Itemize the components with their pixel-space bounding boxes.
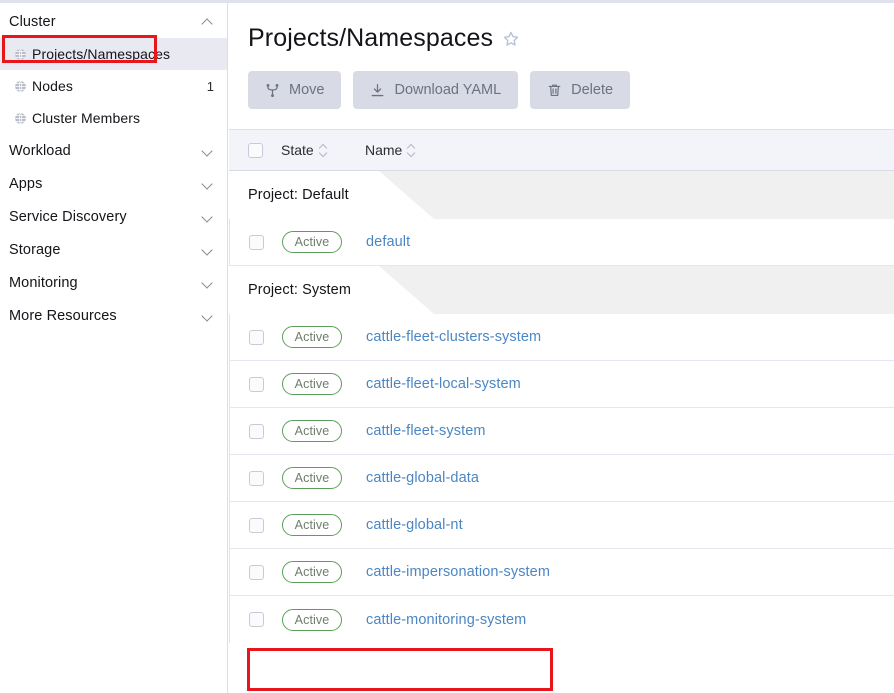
column-header-name[interactable]: Name — [365, 142, 416, 158]
sidebar-group-storage-label: Storage — [9, 242, 201, 258]
sidebar-group-service-discovery[interactable]: Service Discovery — [0, 200, 227, 233]
sidebar-group-storage[interactable]: Storage — [0, 233, 227, 266]
namespace-name-link[interactable]: cattle-fleet-local-system — [366, 376, 521, 392]
chevron-down-icon[interactable] — [201, 243, 214, 256]
column-header-state-label: State — [281, 142, 314, 158]
sidebar-group-apps[interactable]: Apps — [0, 167, 227, 200]
chevron-down-icon[interactable] — [201, 177, 214, 190]
table-row[interactable]: Active cattle-monitoring-system — [229, 596, 894, 643]
main-content: Projects/Namespaces — [229, 3, 894, 693]
action-toolbar: Move Download YAML — [229, 51, 894, 109]
table-row[interactable]: Active cattle-fleet-local-system — [229, 361, 894, 408]
status-badge: Active — [282, 373, 342, 395]
group-header-label: Project: System — [248, 282, 351, 298]
row-select-checkbox[interactable] — [249, 424, 264, 439]
move-button[interactable]: Move — [248, 71, 341, 109]
download-yaml-button[interactable]: Download YAML — [353, 71, 518, 109]
globe-icon — [14, 112, 27, 125]
chevron-up-icon[interactable] — [201, 15, 214, 28]
status-badge: Active — [282, 231, 342, 253]
sidebar-group-cluster-label: Cluster — [9, 14, 201, 30]
delete-button-label: Delete — [571, 82, 613, 98]
group-header-tab[interactable]: Project: System — [229, 266, 434, 314]
move-fork-icon — [265, 83, 280, 98]
star-outline-icon[interactable] — [502, 30, 520, 48]
row-select-checkbox[interactable] — [249, 235, 264, 250]
sidebar-item-projects-namespaces-label: Projects/Namespaces — [32, 46, 214, 62]
row-select-checkbox[interactable] — [249, 612, 264, 627]
rancher-cluster-explorer: Cluster Projects/Namespaces Nodes 1 — [0, 0, 894, 693]
status-badge: Active — [282, 609, 342, 631]
table-row[interactable]: Active cattle-global-nt — [229, 502, 894, 549]
row-select-checkbox[interactable] — [249, 471, 264, 486]
page-title: Projects/Namespaces — [248, 26, 493, 51]
table-row[interactable]: Active cattle-global-data — [229, 455, 894, 502]
sidebar-item-nodes[interactable]: Nodes 1 — [0, 70, 227, 102]
status-badge: Active — [282, 561, 342, 583]
table-header-row: State Name — [229, 129, 894, 171]
row-select-checkbox[interactable] — [249, 330, 264, 345]
namespace-name-link[interactable]: cattle-global-data — [366, 470, 479, 486]
row-select-checkbox[interactable] — [249, 565, 264, 580]
namespaces-table: State Name Project: Default Active defau… — [229, 129, 894, 643]
row-select-checkbox[interactable] — [249, 377, 264, 392]
table-row[interactable]: Active cattle-fleet-clusters-system — [229, 314, 894, 361]
sidebar-group-workload[interactable]: Workload — [0, 134, 227, 167]
namespace-name-link[interactable]: cattle-monitoring-system — [366, 612, 526, 628]
chevron-down-icon[interactable] — [201, 276, 214, 289]
sidebar-group-cluster[interactable]: Cluster — [0, 5, 227, 38]
globe-icon — [14, 48, 27, 61]
sidebar-group-more-resources[interactable]: More Resources — [0, 299, 227, 332]
namespace-name-link[interactable]: cattle-fleet-clusters-system — [366, 329, 541, 345]
status-badge: Active — [282, 467, 342, 489]
group-header-project-default: Project: Default — [229, 171, 894, 219]
move-button-label: Move — [289, 82, 324, 98]
sidebar-group-monitoring-label: Monitoring — [9, 275, 201, 291]
namespace-name-link[interactable]: cattle-global-nt — [366, 517, 463, 533]
globe-icon — [14, 80, 27, 93]
download-yaml-button-label: Download YAML — [394, 82, 501, 98]
chevron-down-icon[interactable] — [201, 210, 214, 223]
status-badge: Active — [282, 420, 342, 442]
sidebar-group-monitoring[interactable]: Monitoring — [0, 266, 227, 299]
group-header-label: Project: Default — [248, 187, 349, 203]
column-header-name-label: Name — [365, 142, 402, 158]
status-badge: Active — [282, 514, 342, 536]
delete-button[interactable]: Delete — [530, 71, 630, 109]
sidebar-navigation: Cluster Projects/Namespaces Nodes 1 — [0, 3, 228, 693]
sidebar-item-projects-namespaces[interactable]: Projects/Namespaces — [0, 38, 227, 70]
chevron-down-icon[interactable] — [201, 144, 214, 157]
namespace-name-link[interactable]: default — [366, 234, 410, 250]
download-icon — [370, 83, 385, 98]
chevron-down-icon[interactable] — [201, 309, 214, 322]
status-badge: Active — [282, 326, 342, 348]
select-all-checkbox[interactable] — [248, 143, 263, 158]
sidebar-group-workload-label: Workload — [9, 143, 201, 159]
sidebar-item-cluster-members[interactable]: Cluster Members — [0, 102, 227, 134]
group-header-tab[interactable]: Project: Default — [229, 171, 434, 219]
namespace-name-link[interactable]: cattle-impersonation-system — [366, 564, 550, 580]
sidebar-item-nodes-label: Nodes — [32, 78, 207, 94]
column-header-state[interactable]: State — [281, 142, 365, 158]
sidebar-group-more-resources-label: More Resources — [9, 308, 201, 324]
sort-toggle-icon[interactable] — [319, 144, 328, 157]
table-row[interactable]: Active default — [229, 219, 894, 266]
namespace-name-link[interactable]: cattle-fleet-system — [366, 423, 486, 439]
page-header: Projects/Namespaces — [229, 3, 894, 51]
table-row[interactable]: Active cattle-impersonation-system — [229, 549, 894, 596]
table-row[interactable]: Active cattle-fleet-system — [229, 408, 894, 455]
sidebar-item-cluster-members-label: Cluster Members — [32, 110, 214, 126]
sidebar-group-apps-label: Apps — [9, 176, 201, 192]
sort-toggle-icon[interactable] — [407, 144, 416, 157]
sidebar-item-nodes-count: 1 — [207, 79, 214, 94]
group-header-project-system: Project: System — [229, 266, 894, 314]
trash-icon — [547, 83, 562, 98]
row-select-checkbox[interactable] — [249, 518, 264, 533]
sidebar-group-service-discovery-label: Service Discovery — [9, 209, 201, 225]
